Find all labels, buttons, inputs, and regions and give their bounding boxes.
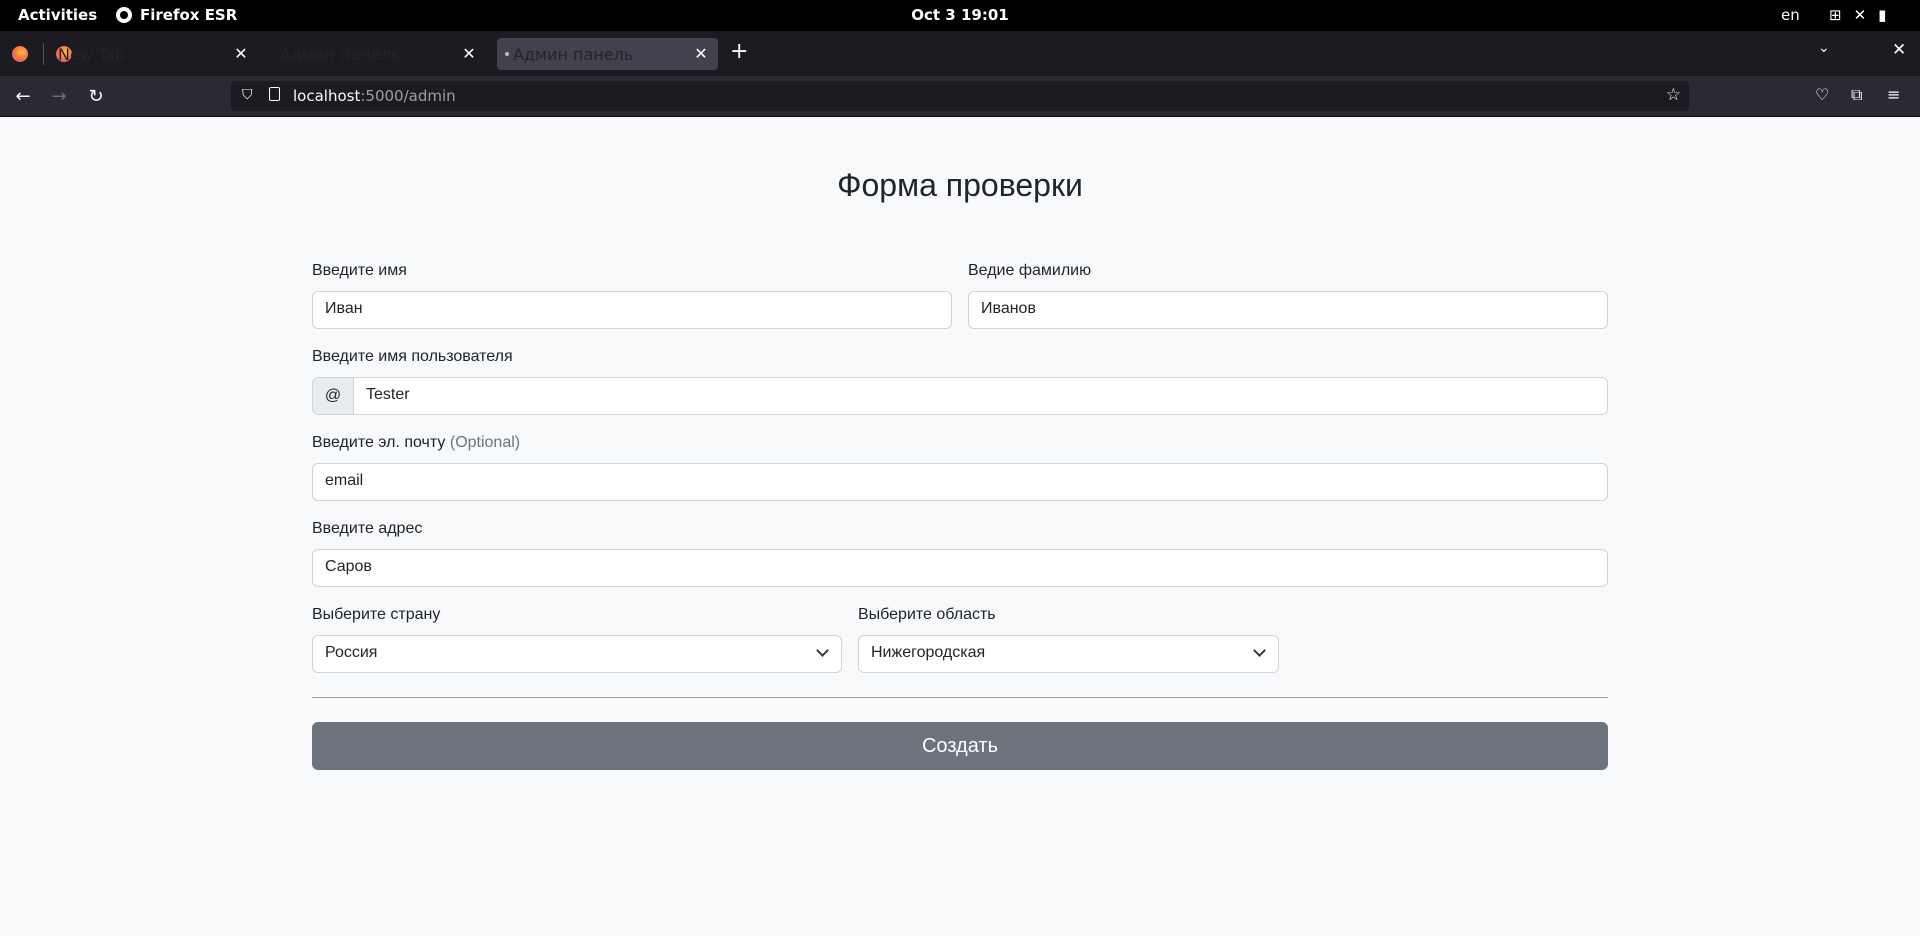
url-text[interactable]: localhost:5000/admin (293, 87, 456, 105)
menu-hamburger-icon[interactable]: ≡ (1887, 85, 1900, 104)
tab-label: Админ панель (513, 44, 634, 64)
page-title: Форма проверки (837, 167, 1083, 203)
create-button[interactable]: Создать (312, 722, 1608, 770)
tab-label: Админ панель (280, 44, 401, 64)
clock[interactable]: Oct 3 19:01 (0, 6, 1920, 24)
url-path: :5000/admin (360, 87, 456, 105)
tab-loading-dot (505, 52, 509, 56)
region-select[interactable]: Нижегородская (858, 635, 1279, 673)
back-arrow-icon[interactable]: ← (13, 86, 33, 107)
bookmark-star-icon[interactable]: ☆ (1666, 85, 1681, 105)
volume-muted-icon: ✕ (1853, 6, 1867, 24)
divider (312, 697, 1608, 698)
last-name-field[interactable]: Иванов (968, 291, 1608, 329)
address-label: Введите адрес (312, 520, 423, 537)
country-label: Выберите страну (312, 606, 441, 623)
window-close-icon[interactable]: ✕ (1892, 40, 1906, 60)
email-optional-hint: (Optional) (449, 434, 521, 451)
battery-icon: ▮ (1878, 6, 1887, 24)
url-host: localhost (293, 87, 361, 105)
tab-label: New Tab (58, 44, 126, 64)
tab-admin-panel-2[interactable]: Админ панель ✕ (497, 38, 718, 70)
email-field[interactable]: email (312, 463, 1608, 501)
extensions-icon[interactable]: ⧉ (1851, 85, 1862, 105)
new-tab-button[interactable]: + (730, 39, 748, 64)
email-label-text: Введите эл. почту (312, 434, 446, 451)
username-label: Введите имя пользователя (312, 348, 513, 365)
country-selected-value: Россия (325, 644, 378, 661)
region-label: Выберите область (858, 606, 996, 623)
page-content: Форма проверки Введите имя Иван Ведие фа… (0, 117, 1920, 936)
url-bar[interactable]: ⛉ localhost:5000/admin ☆ (231, 81, 1689, 111)
first-name-label: Введите имя (312, 262, 407, 279)
network-icon: ⊞ (1829, 6, 1842, 24)
navigation-toolbar: ← → ↻ ⛉ localhost:5000/admin ☆ ♡ ⧉ ≡ (0, 76, 1920, 117)
tab-new-tab[interactable]: New Tab ✕ (48, 38, 258, 70)
pocket-icon[interactable]: ♡ (1815, 85, 1829, 104)
reload-icon[interactable]: ↻ (86, 86, 106, 107)
page-info-icon[interactable] (269, 87, 280, 101)
username-field[interactable]: Tester (354, 377, 1608, 415)
system-top-bar: Activities Firefox ESR Oct 3 19:01 en ⊞ … (0, 0, 1920, 31)
tracking-shield-icon[interactable]: ⛉ (242, 87, 253, 103)
country-select[interactable]: Россия (312, 635, 842, 673)
tab-close-icon[interactable]: ✕ (460, 44, 478, 63)
at-sign-addon: @ (312, 377, 354, 415)
forward-arrow-icon[interactable]: → (49, 86, 69, 107)
tab-close-icon[interactable]: ✕ (692, 44, 710, 63)
username-input-group: @ Tester (312, 377, 1608, 415)
chevron-down-icon (816, 644, 829, 657)
firefox-view-icon[interactable] (12, 46, 28, 62)
keyboard-layout-indicator[interactable]: en (1781, 6, 1800, 24)
list-all-tabs-chevron-icon[interactable]: ⌄ (1818, 40, 1830, 56)
first-name-field[interactable]: Иван (312, 291, 952, 329)
tab-divider (43, 43, 44, 65)
last-name-label: Ведие фамилию (968, 262, 1092, 279)
system-tray[interactable]: ⊞ ✕ ▮ (1829, 6, 1886, 24)
tab-admin-panel-1[interactable]: Админ панель ✕ (270, 38, 486, 70)
region-selected-value: Нижегородская (871, 644, 986, 661)
address-field[interactable]: Саров (312, 549, 1608, 587)
tab-close-icon[interactable]: ✕ (232, 44, 250, 63)
chevron-down-icon (1253, 644, 1266, 657)
email-label: Введите эл. почту (Optional) (312, 434, 520, 452)
